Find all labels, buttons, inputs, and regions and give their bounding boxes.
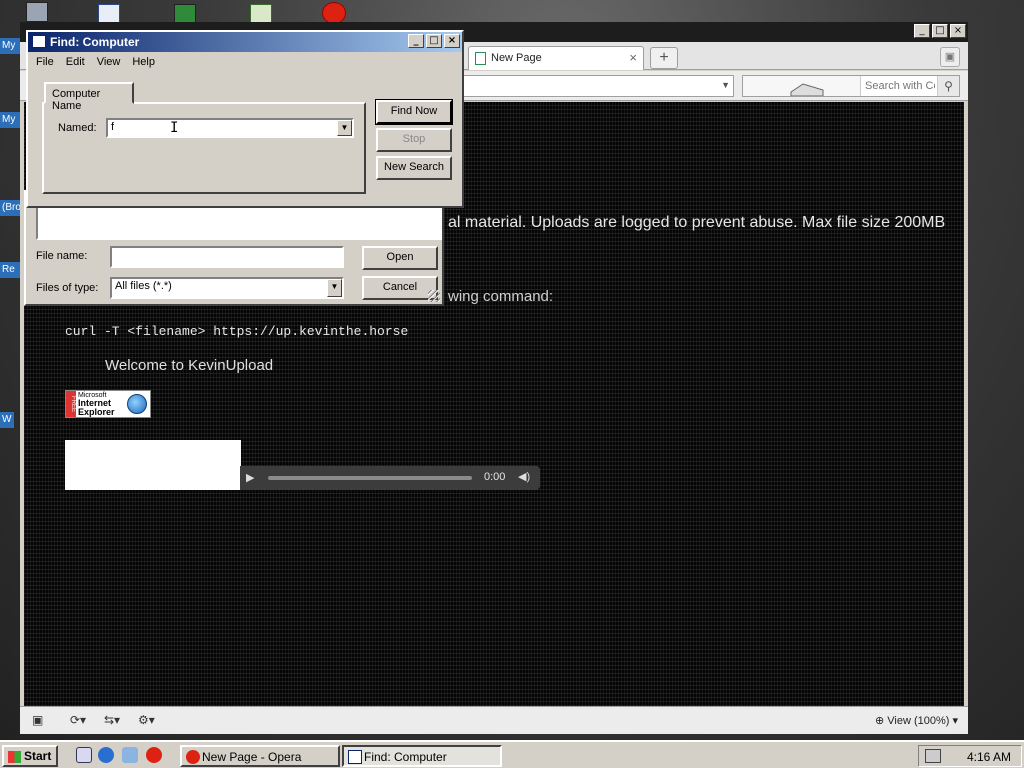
tab-new-page[interactable]: New Page × <box>468 46 644 70</box>
taskbar-item-label: New Page - Opera <box>202 750 302 764</box>
taskbar: Start New Page - Opera Find: Computer 4:… <box>0 740 1024 768</box>
new-tab-button[interactable]: + <box>650 47 678 69</box>
file-name-label: File name: <box>36 250 88 262</box>
chevron-down-icon[interactable]: ▼ <box>721 80 730 90</box>
close-icon[interactable]: × <box>444 34 460 48</box>
system-tray: 4:16 AM <box>918 745 1022 767</box>
find-now-button[interactable]: Find Now <box>375 99 453 125</box>
desktop-label[interactable]: My <box>0 112 22 128</box>
zoom-level[interactable]: ⊕ View (100%) ▾ <box>875 714 958 727</box>
open-button[interactable]: Open <box>362 246 438 270</box>
menu-file[interactable]: File <box>36 56 54 68</box>
text-cursor-icon: I <box>170 120 179 136</box>
address-input[interactable]: ▼ <box>460 75 734 97</box>
new-search-button[interactable]: New Search <box>376 156 452 180</box>
start-label: Start <box>24 749 52 763</box>
status-bar: ▣ ⟳▾ ⇆▾ ⚙▾ ⊕ View (100%) ▾ <box>20 706 968 734</box>
close-icon[interactable]: × <box>950 24 966 38</box>
menu-view[interactable]: View <box>97 56 121 68</box>
taskbar-item-opera[interactable]: New Page - Opera <box>180 745 340 767</box>
desktop-label[interactable]: Re <box>0 262 22 278</box>
files-of-type-select[interactable]: All files (*.*) ▼ <box>110 277 344 299</box>
desktop-scheduler-icon[interactable] <box>250 4 272 24</box>
maximize-icon[interactable]: □ <box>932 24 948 38</box>
named-input[interactable]: f I ▼ <box>106 118 354 138</box>
ie-badge-text: Internet Explorer <box>78 398 115 417</box>
desktop-label[interactable]: W <box>0 412 14 428</box>
cancel-button[interactable]: Cancel <box>362 276 438 300</box>
panel-toggle-icon[interactable]: ▣ <box>32 713 43 727</box>
desktop-outlook-icon[interactable] <box>98 4 120 24</box>
desktop-label[interactable]: My <box>0 38 22 54</box>
tab-computer-name[interactable]: Computer Name <box>44 82 134 112</box>
ie-icon[interactable] <box>98 747 114 763</box>
show-desktop-icon[interactable] <box>76 747 92 763</box>
tab-close-icon[interactable]: × <box>629 50 637 65</box>
tray-monitor-icon[interactable] <box>925 749 941 763</box>
opera-icon[interactable] <box>146 747 162 763</box>
minimize-icon[interactable]: _ <box>914 24 930 38</box>
maximize-icon[interactable]: □ <box>426 34 442 48</box>
files-of-type-label: Files of type: <box>36 282 99 294</box>
chevron-down-icon[interactable]: ▼ <box>327 279 342 297</box>
find-computer-icon <box>32 35 46 48</box>
stop-button[interactable]: Stop <box>376 128 452 152</box>
reload-icon[interactable]: ⟳▾ <box>70 713 86 727</box>
file-name-input[interactable] <box>110 246 344 268</box>
volume-icon[interactable]: ◀) <box>518 470 530 483</box>
desktop-label[interactable]: (Bro <box>0 200 22 216</box>
named-label: Named: <box>58 122 97 134</box>
curl-command: curl -T <filename> https://up.kevinthe.h… <box>65 324 409 339</box>
named-input-value: f <box>111 121 115 133</box>
ie-badge[interactable]: FREE Microsoft Internet Explorer <box>65 390 151 418</box>
play-icon[interactable]: ▶ <box>246 471 254 484</box>
command-intro-text: wing command: <box>448 288 554 305</box>
search-box: ⚲ <box>742 75 960 97</box>
sync-icon[interactable]: ⇆▾ <box>104 713 120 727</box>
desktop-excel-icon[interactable] <box>174 4 196 24</box>
taskbar-item-find[interactable]: Find: Computer <box>342 745 502 767</box>
menu-help[interactable]: Help <box>132 56 155 68</box>
find-computer-dialog: Find: Computer _ □ × File Edit View Help… <box>26 30 464 208</box>
tab-label: New Page <box>491 52 542 64</box>
chevron-down-icon[interactable]: ▼ <box>337 120 352 136</box>
file-list-field[interactable] <box>36 206 442 240</box>
intro-text: al material. Uploads are logged to preve… <box>448 214 946 231</box>
opera-icon <box>186 750 200 764</box>
welcome-text: Welcome to KevinUpload <box>105 357 274 374</box>
menu-bar: File Edit View Help <box>28 52 462 72</box>
trash-icon[interactable]: ▣ <box>940 47 960 67</box>
windows-logo-icon <box>8 751 21 763</box>
audio-time: 0:00 <box>484 471 506 483</box>
search-engine-logo[interactable] <box>743 76 861 97</box>
taskbar-item-label: Find: Computer <box>364 750 447 764</box>
minimize-icon[interactable]: _ <box>408 34 424 48</box>
search-icon[interactable]: ⚲ <box>937 76 959 96</box>
network-icon[interactable] <box>122 747 138 763</box>
start-button[interactable]: Start <box>2 745 58 767</box>
find-titlebar[interactable]: Find: Computer _ □ × <box>28 32 462 52</box>
desktop-computer-icon[interactable] <box>26 2 48 22</box>
files-of-type-value: All files (*.*) <box>115 280 172 292</box>
ie-logo-icon <box>127 394 147 414</box>
resize-grip[interactable] <box>428 290 440 302</box>
dialog-title: Find: Computer <box>50 35 140 49</box>
find-computer-icon <box>348 750 362 764</box>
settings-icon[interactable]: ⚙▾ <box>138 713 155 727</box>
audio-player: ▶ 0:00 ◀) <box>240 466 540 490</box>
embedded-image-placeholder <box>65 440 241 490</box>
search-input[interactable] <box>863 76 937 96</box>
search-engine-shape <box>790 83 824 97</box>
desktop-opera-icon[interactable] <box>322 2 346 24</box>
menu-edit[interactable]: Edit <box>66 56 85 68</box>
clock[interactable]: 4:16 AM <box>967 750 1011 764</box>
page-icon <box>475 52 486 65</box>
audio-seek-bar[interactable] <box>268 476 472 480</box>
computer-name-panel: Named: f I ▼ <box>42 102 366 194</box>
ie-badge-free: FREE <box>66 391 76 417</box>
